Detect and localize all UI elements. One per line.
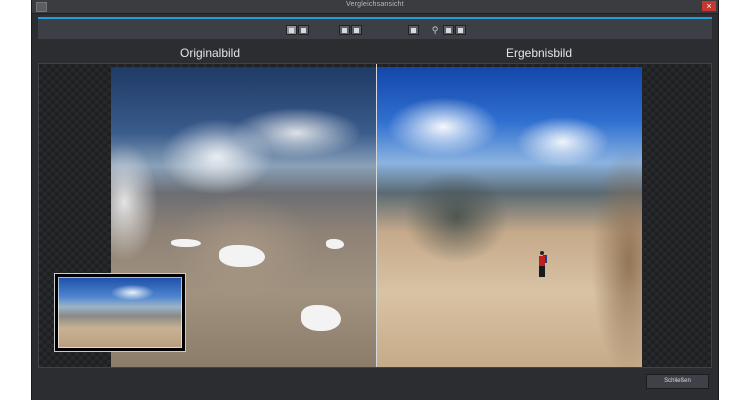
side-by-side-icon[interactable] <box>298 25 309 35</box>
view-toolbar: ⚲ <box>38 17 712 39</box>
navigator-thumbnail[interactable] <box>54 273 186 352</box>
title-bar[interactable]: Vergleichsansicht × <box>32 0 718 14</box>
zoom-group: ⚲ <box>430 25 467 36</box>
navigator-preview-image <box>58 277 182 348</box>
comparison-window: Vergleichsansicht × ⚲ Originalbild Ergeb… <box>31 0 719 400</box>
result-image[interactable] <box>377 67 642 367</box>
result-image-label: Ergebnisbild <box>505 46 573 60</box>
snow-patch <box>326 239 344 249</box>
panel-labels: Originalbild Ergebnisbild <box>38 44 712 62</box>
split-view-icon[interactable] <box>286 25 297 35</box>
comparison-stage[interactable] <box>38 63 712 368</box>
view-mode-group-split <box>286 25 310 36</box>
view-mode-group-full <box>408 25 420 36</box>
original-image-label: Originalbild <box>179 46 241 60</box>
snow-patch <box>219 245 265 267</box>
magnifier-icon[interactable]: ⚲ <box>430 25 440 35</box>
view-mode-group-single <box>339 25 363 36</box>
window-title: Vergleichsansicht <box>346 1 404 8</box>
close-button[interactable]: Schließen <box>646 374 709 389</box>
hiker-figure <box>538 251 547 277</box>
snow-patch <box>301 305 341 331</box>
zoom-actual-icon[interactable] <box>455 25 466 35</box>
original-only-icon[interactable] <box>339 25 350 35</box>
window-close-button[interactable]: × <box>702 1 716 11</box>
zoom-fit-icon[interactable] <box>443 25 454 35</box>
snow-patch <box>171 239 201 247</box>
result-only-icon[interactable] <box>351 25 362 35</box>
single-view-icon[interactable] <box>408 25 419 35</box>
